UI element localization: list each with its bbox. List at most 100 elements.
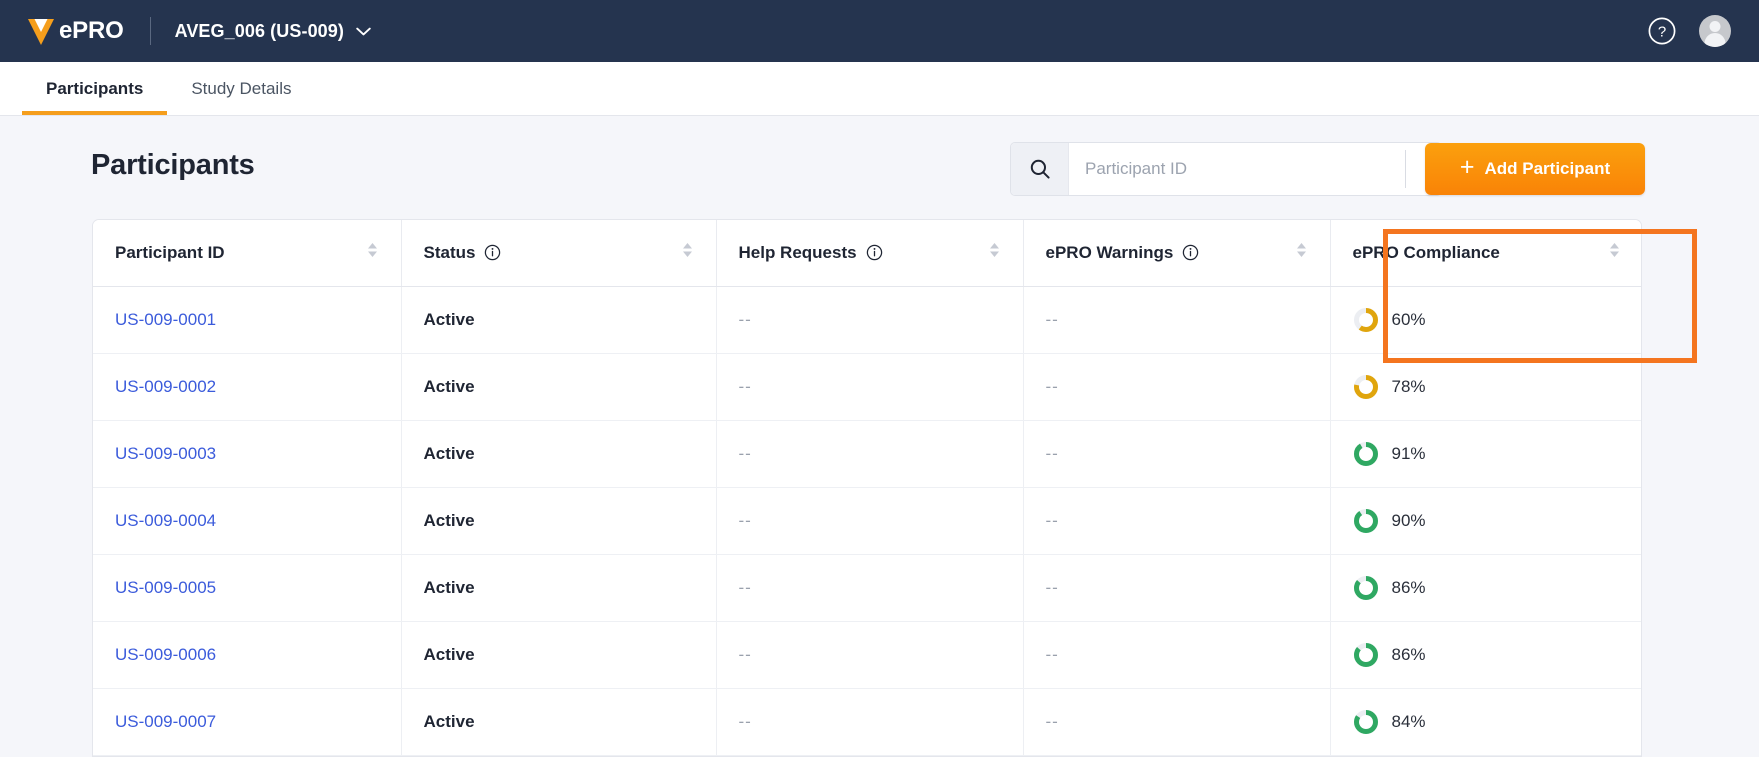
compliance-percent-label: 78% xyxy=(1392,377,1426,397)
search-icon[interactable] xyxy=(1011,143,1069,195)
compliance-donut-icon xyxy=(1353,642,1379,668)
status-value: Active xyxy=(424,377,475,396)
compliance-donut-icon xyxy=(1353,508,1379,534)
status-value: Active xyxy=(424,578,475,597)
column-header-status[interactable]: Status xyxy=(401,220,716,286)
study-selector-label: AVEG_006 (US-009) xyxy=(175,21,344,42)
column-header-epro-compliance[interactable]: ePRO Compliance xyxy=(1330,220,1642,286)
tab-study-details[interactable]: Study Details xyxy=(167,62,315,115)
add-participant-label: Add Participant xyxy=(1484,159,1610,179)
cell-epro-compliance: 86% xyxy=(1330,554,1642,621)
column-header-status-label: Status xyxy=(424,243,476,263)
status-value: Active xyxy=(424,712,475,731)
compliance-percent-label: 86% xyxy=(1392,645,1426,665)
cell-status: Active xyxy=(401,286,716,353)
brand-divider xyxy=(150,17,151,45)
brand-name: ePRO xyxy=(59,17,124,45)
sort-arrows-icon[interactable] xyxy=(1295,240,1308,265)
cell-epro-warnings: -- xyxy=(1023,554,1330,621)
column-header-epro-warnings[interactable]: ePRO Warnings xyxy=(1023,220,1330,286)
help-requests-value: -- xyxy=(739,444,752,463)
svg-text:?: ? xyxy=(1658,23,1666,40)
compliance-donut-icon xyxy=(1353,575,1379,601)
help-requests-value: -- xyxy=(739,645,752,664)
participant-id-link[interactable]: US-009-0006 xyxy=(115,645,216,664)
epro-warnings-value: -- xyxy=(1046,645,1059,664)
cell-status: Active xyxy=(401,554,716,621)
cell-epro-warnings: -- xyxy=(1023,487,1330,554)
cell-status: Active xyxy=(401,420,716,487)
avatar-head xyxy=(1710,21,1721,32)
sort-arrows-icon[interactable] xyxy=(988,240,1001,265)
top-bar-actions: ? xyxy=(1647,15,1731,47)
user-avatar-icon[interactable] xyxy=(1699,15,1731,47)
cell-help-requests: -- xyxy=(716,353,1023,420)
participant-id-link[interactable]: US-009-0001 xyxy=(115,310,216,329)
help-circle-icon[interactable]: ? xyxy=(1647,16,1677,46)
cell-participant-id: US-009-0002 xyxy=(93,353,401,420)
page-header-row: Participants + Add Participant xyxy=(0,142,1759,216)
cell-help-requests: -- xyxy=(716,554,1023,621)
cell-help-requests: -- xyxy=(716,420,1023,487)
epro-warnings-value: -- xyxy=(1046,578,1059,597)
action-divider xyxy=(1405,150,1406,188)
table-header: Participant ID xyxy=(93,220,1642,286)
cell-epro-warnings: -- xyxy=(1023,420,1330,487)
cell-help-requests: -- xyxy=(716,487,1023,554)
cell-participant-id: US-009-0007 xyxy=(93,688,401,755)
tab-participants[interactable]: Participants xyxy=(22,62,167,115)
participant-id-link[interactable]: US-009-0005 xyxy=(115,578,216,597)
compliance-donut-icon xyxy=(1353,441,1379,467)
sort-arrows-icon[interactable] xyxy=(681,240,694,265)
page-title: Participants xyxy=(91,149,255,182)
table-header-row: Participant ID xyxy=(93,220,1642,286)
study-selector[interactable]: AVEG_006 (US-009) xyxy=(175,21,371,42)
column-header-participant-id[interactable]: Participant ID xyxy=(93,220,401,286)
add-participant-button[interactable]: + Add Participant xyxy=(1425,143,1645,195)
help-requests-value: -- xyxy=(739,578,752,597)
participant-id-link[interactable]: US-009-0003 xyxy=(115,444,216,463)
compliance-donut-icon xyxy=(1353,307,1379,333)
cell-help-requests: -- xyxy=(716,688,1023,755)
table-row: US-009-0001 Active -- -- 60% xyxy=(93,286,1642,353)
search-input[interactable] xyxy=(1069,143,1441,195)
cell-status: Active xyxy=(401,621,716,688)
cell-epro-compliance: 78% xyxy=(1330,353,1642,420)
column-header-epro-warnings-label: ePRO Warnings xyxy=(1046,243,1174,263)
cell-epro-compliance: 60% xyxy=(1330,286,1642,353)
cell-participant-id: US-009-0006 xyxy=(93,621,401,688)
cell-epro-warnings: -- xyxy=(1023,286,1330,353)
participant-id-link[interactable]: US-009-0002 xyxy=(115,377,216,396)
table-body: US-009-0001Active----60%US-009-0002Activ… xyxy=(93,286,1642,755)
column-header-epro-compliance-label: ePRO Compliance xyxy=(1353,243,1500,263)
v-logo-icon xyxy=(24,14,58,48)
sort-arrows-icon[interactable] xyxy=(1608,240,1621,265)
info-icon[interactable] xyxy=(866,244,883,261)
participant-id-link[interactable]: US-009-0007 xyxy=(115,712,216,731)
column-header-help-requests[interactable]: Help Requests xyxy=(716,220,1023,286)
table-row: US-009-0005 Active -- -- 86% xyxy=(93,554,1642,621)
compliance-donut-icon xyxy=(1353,374,1379,400)
chevron-down-icon xyxy=(356,27,371,36)
help-requests-value: -- xyxy=(739,712,752,731)
epro-warnings-value: -- xyxy=(1046,511,1059,530)
info-icon[interactable] xyxy=(1182,244,1199,261)
info-icon[interactable] xyxy=(484,244,501,261)
column-header-participant-id-label: Participant ID xyxy=(115,243,225,263)
status-value: Active xyxy=(424,444,475,463)
cell-epro-compliance: 91% xyxy=(1330,420,1642,487)
epro-warnings-value: -- xyxy=(1046,712,1059,731)
participant-id-link[interactable]: US-009-0004 xyxy=(115,511,216,530)
avatar-body xyxy=(1705,33,1726,47)
help-requests-value: -- xyxy=(739,377,752,396)
column-header-help-requests-label: Help Requests xyxy=(739,243,857,263)
cell-epro-compliance: 86% xyxy=(1330,621,1642,688)
participants-table: Participant ID xyxy=(93,220,1642,756)
cell-help-requests: -- xyxy=(716,286,1023,353)
cell-epro-compliance: 84% xyxy=(1330,688,1642,755)
cell-help-requests: -- xyxy=(716,621,1023,688)
status-value: Active xyxy=(424,511,475,530)
compliance-percent-label: 60% xyxy=(1392,310,1426,330)
sort-arrows-icon[interactable] xyxy=(366,240,379,265)
help-requests-value: -- xyxy=(739,310,752,329)
